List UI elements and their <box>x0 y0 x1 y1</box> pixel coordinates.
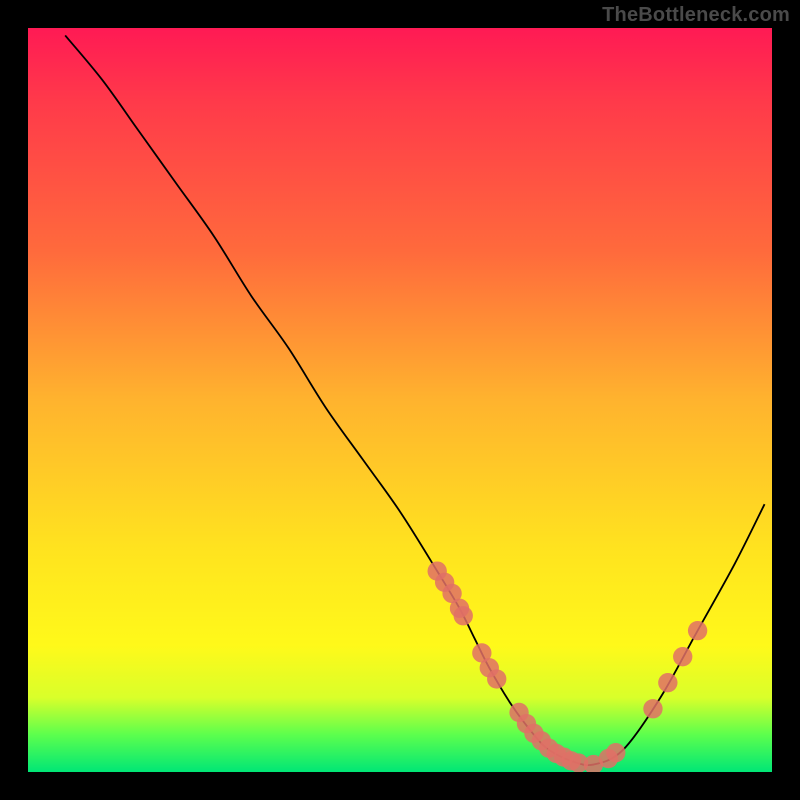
data-point <box>454 606 473 625</box>
bottleneck-curve <box>65 35 764 765</box>
data-point <box>606 743 625 762</box>
chart-frame: TheBottleneck.com <box>0 0 800 800</box>
data-point <box>487 669 506 688</box>
data-point <box>688 621 707 640</box>
data-point <box>643 699 662 718</box>
data-point <box>673 647 692 666</box>
data-point <box>658 673 677 692</box>
curve-markers <box>428 561 708 772</box>
chart-svg <box>28 28 772 772</box>
watermark-text: TheBottleneck.com <box>602 4 790 27</box>
chart-plot-area <box>28 28 772 772</box>
